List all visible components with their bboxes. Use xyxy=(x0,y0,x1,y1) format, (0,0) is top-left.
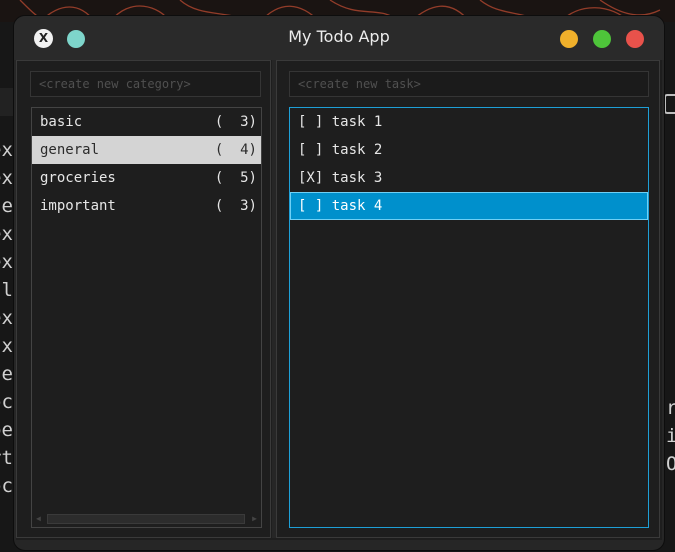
categories-horizontal-scrollbar[interactable]: ◀ ▶ xyxy=(33,512,260,526)
category-item[interactable]: basic ( 3) xyxy=(32,108,261,136)
category-name: groceries xyxy=(40,170,116,186)
maximize-button[interactable] xyxy=(593,30,611,48)
task-item[interactable]: [ ] task 2 xyxy=(290,136,648,164)
new-task-input[interactable] xyxy=(289,71,649,97)
category-item[interactable]: general ( 4) xyxy=(32,136,261,164)
scroll-left-icon[interactable]: ◀ xyxy=(36,512,41,526)
task-item[interactable]: [X] task 3 xyxy=(290,164,648,192)
task-item[interactable]: [ ] task 4 xyxy=(290,192,648,220)
category-count: ( 5) xyxy=(214,170,257,186)
task-item[interactable]: [ ] task 1 xyxy=(290,108,648,136)
scroll-right-icon[interactable]: ▶ xyxy=(252,512,257,526)
category-count: ( 3) xyxy=(214,114,257,130)
tasks-list[interactable]: [ ] task 1[ ] task 2 [X] task 3[ ] task 4 xyxy=(289,107,649,528)
categories-pane: ◀ ▶ basic ( 3) general ( 4) groceries ( 5) imp… xyxy=(16,60,271,538)
background-terminal-bar xyxy=(0,88,14,116)
new-category-input[interactable] xyxy=(30,71,261,97)
category-name: important xyxy=(40,198,116,214)
content-area: ◀ ▶ basic ( 3) general ( 4) groceries ( 5) imp… xyxy=(16,60,662,540)
title-bar[interactable]: X My Todo App xyxy=(14,16,664,60)
background-terminal-text-left: ex ex fe ex ex ul ex fx te oc pe rt oc xyxy=(0,139,13,497)
category-name: general xyxy=(40,142,100,158)
minimize-button[interactable] xyxy=(560,30,578,48)
close-button[interactable] xyxy=(626,30,644,48)
categories-list[interactable]: ◀ ▶ basic ( 3) general ( 4) groceries ( 5) imp… xyxy=(31,107,262,528)
background-terminal-text-right: r i O xyxy=(666,397,675,475)
category-name: basic xyxy=(40,114,83,130)
app-window: X My Todo App ◀ ▶ basic ( 3) general ( 4) gr… xyxy=(14,16,664,550)
category-item[interactable]: groceries ( 5) xyxy=(32,164,261,192)
category-item[interactable]: important ( 3) xyxy=(32,192,261,220)
tasks-pane: [ ] task 1[ ] task 2[X] task 3[ ] task 4 xyxy=(276,60,660,538)
category-count: ( 3) xyxy=(214,198,257,214)
category-count: ( 4) xyxy=(214,142,257,158)
scrollbar-thumb[interactable] xyxy=(47,514,245,524)
background-window-icon xyxy=(664,94,675,114)
